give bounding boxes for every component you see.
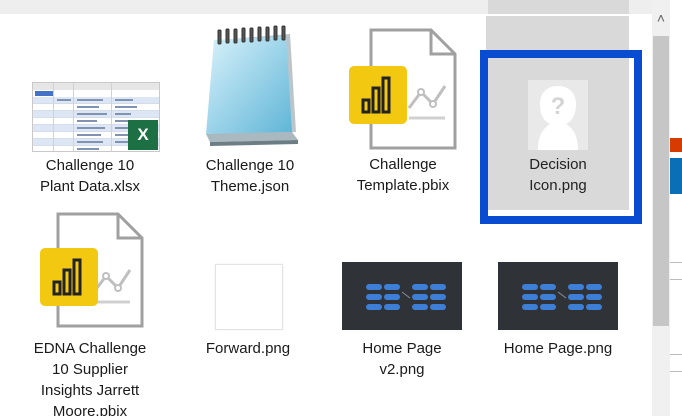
file-name-label: Home Page.png bbox=[503, 340, 613, 357]
dark-image-thumbnail-icon bbox=[498, 262, 618, 330]
file-name-label: Challenge 10 Theme.json bbox=[205, 157, 295, 195]
file-name-label: Home Page v2.png bbox=[362, 340, 442, 378]
file-browser-pane: X Challenge 10 Plant Data.xlsx Challenge… bbox=[0, 0, 652, 416]
previous-row-strip bbox=[0, 0, 652, 14]
notepad-file-icon bbox=[206, 25, 298, 146]
chevron-up-icon[interactable]: ˄ bbox=[652, 8, 670, 28]
powerbi-file-icon bbox=[349, 28, 457, 150]
file-name-label: Challenge 10 Plant Data.xlsx bbox=[39, 157, 141, 195]
blank-image-icon bbox=[215, 264, 283, 330]
dark-image-thumbnail-icon bbox=[342, 262, 462, 330]
file-name-label: Challenge Template.pbix bbox=[356, 156, 450, 194]
file-name-label: Forward.png bbox=[205, 340, 291, 357]
selection-border bbox=[480, 50, 642, 224]
excel-icon: X bbox=[128, 120, 158, 150]
file-name-label: EDNA Challenge 10 Supplier Insights Jarr… bbox=[33, 340, 147, 416]
powerbi-file-icon bbox=[40, 212, 144, 328]
vertical-scrollbar-thumb[interactable] bbox=[653, 36, 669, 326]
adjacent-window-edge bbox=[670, 0, 682, 416]
